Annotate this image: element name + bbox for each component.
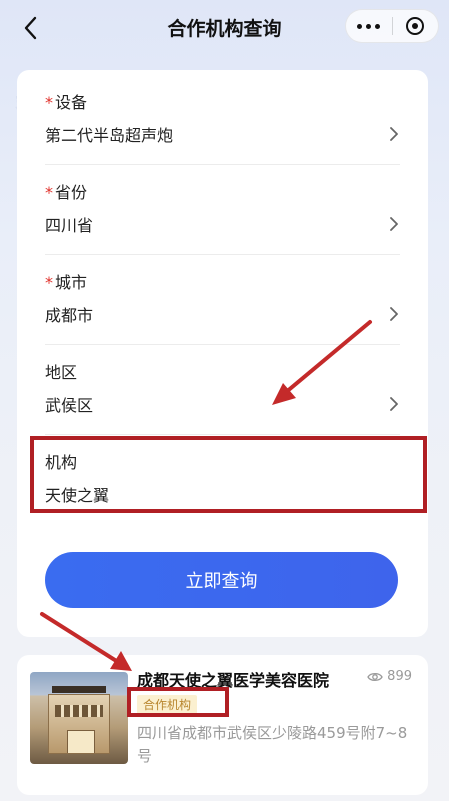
chevron-right-icon bbox=[388, 307, 400, 321]
target-icon bbox=[406, 17, 425, 35]
field-device[interactable]: * 设备 第二代半岛超声炮 bbox=[45, 92, 400, 146]
institution-input[interactable]: 天使之翼 bbox=[45, 482, 109, 506]
field-value: 第二代半岛超声炮 bbox=[45, 126, 174, 145]
chevron-right-icon bbox=[388, 217, 400, 231]
chevron-right-icon bbox=[388, 127, 400, 141]
field-value: 四川省 bbox=[45, 216, 94, 235]
field-value: 成都市 bbox=[45, 306, 94, 325]
clinic-address: 四川省成都市武侯区少陵路459号附7~8号 bbox=[137, 724, 408, 765]
more-menu-button[interactable] bbox=[346, 10, 392, 42]
field-label: 地区 bbox=[45, 363, 78, 382]
more-icon bbox=[357, 23, 381, 29]
required-mark: * bbox=[45, 93, 53, 112]
field-label: * 省份 bbox=[45, 183, 88, 202]
field-institution[interactable]: 机构 天使之翼 bbox=[45, 452, 400, 506]
field-city[interactable]: * 城市 成都市 bbox=[45, 272, 400, 326]
navigation-bar: 合作机构查询 bbox=[0, 0, 449, 56]
divider bbox=[45, 254, 400, 255]
chevron-right-icon bbox=[388, 397, 400, 411]
clinic-photo bbox=[30, 672, 128, 764]
close-mini-program-button[interactable] bbox=[393, 10, 439, 42]
field-province[interactable]: * 省份 四川省 bbox=[45, 182, 400, 236]
query-button[interactable]: 立即查询 bbox=[45, 552, 398, 608]
field-label: * 城市 bbox=[45, 273, 88, 292]
required-mark: * bbox=[45, 183, 53, 202]
partner-tag: 合作机构 bbox=[137, 695, 198, 715]
clinic-name: 成都天使之翼医学美容医院 bbox=[137, 671, 330, 690]
required-mark: * bbox=[45, 273, 53, 292]
divider bbox=[45, 434, 400, 435]
field-label: 机构 bbox=[45, 453, 78, 472]
mini-program-capsule bbox=[345, 9, 439, 43]
divider bbox=[45, 164, 400, 165]
field-label: * 设备 bbox=[45, 93, 88, 112]
view-count-value: 899 bbox=[387, 669, 412, 684]
field-value: 武侯区 bbox=[45, 396, 94, 415]
view-count: 899 bbox=[367, 669, 412, 684]
result-card[interactable]: 成都天使之翼医学美容医院 899 合作机构 四川省成都市武侯区少陵路459号附7… bbox=[17, 655, 428, 795]
field-district[interactable]: 地区 武侯区 bbox=[45, 362, 400, 416]
eye-icon bbox=[367, 672, 383, 681]
divider bbox=[45, 344, 400, 345]
